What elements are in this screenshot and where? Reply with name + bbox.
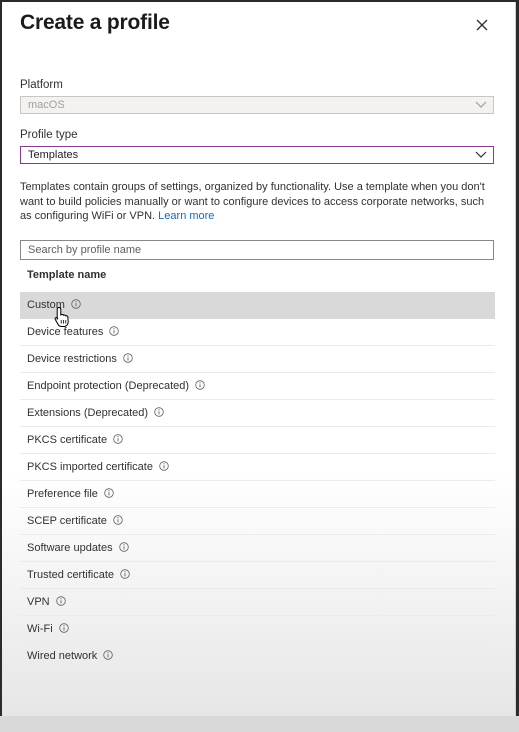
search-input[interactable] bbox=[20, 240, 494, 260]
template-list: Custom Device features Device restrictions… bbox=[20, 292, 495, 670]
profile-type-value: Templates bbox=[28, 149, 79, 161]
info-icon[interactable] bbox=[154, 407, 164, 417]
platform-label: Platform bbox=[20, 79, 63, 91]
info-icon[interactable] bbox=[159, 461, 169, 471]
chevron-down-icon bbox=[475, 151, 487, 158]
chevron-down-icon bbox=[475, 101, 487, 108]
template-name-column-header: Template name bbox=[27, 269, 107, 281]
profile-type-select[interactable]: Templates bbox=[20, 146, 494, 164]
template-name: PKCS imported certificate bbox=[27, 461, 153, 473]
hand-pointer-cursor-icon bbox=[54, 306, 69, 327]
templates-description: Templates contain groups of settings, or… bbox=[20, 180, 496, 224]
learn-more-link[interactable]: Learn more bbox=[158, 210, 214, 222]
template-name: Preference file bbox=[27, 488, 98, 500]
description-text: Templates contain groups of settings, or… bbox=[20, 181, 485, 222]
template-row[interactable]: PKCS certificate bbox=[20, 427, 495, 454]
template-row[interactable]: Software updates bbox=[20, 535, 495, 562]
info-icon[interactable] bbox=[113, 515, 123, 525]
info-icon[interactable] bbox=[113, 434, 123, 444]
platform-value: macOS bbox=[28, 99, 65, 111]
template-name: VPN bbox=[27, 596, 50, 608]
template-row[interactable]: Endpoint protection (Deprecated) bbox=[20, 373, 495, 400]
template-name: Wi-Fi bbox=[27, 623, 53, 635]
info-icon[interactable] bbox=[55, 596, 66, 606]
info-icon[interactable] bbox=[120, 569, 130, 579]
create-profile-panel: Create a profile Platform macOS Profile … bbox=[2, 2, 516, 716]
info-icon[interactable] bbox=[123, 353, 133, 363]
template-name: Trusted certificate bbox=[27, 569, 115, 581]
template-row[interactable]: PKCS imported certificate bbox=[20, 454, 495, 481]
template-row[interactable]: Wi-Fi bbox=[20, 616, 495, 643]
close-icon[interactable] bbox=[471, 14, 493, 36]
template-row[interactable]: Extensions (Deprecated) bbox=[20, 400, 495, 427]
info-icon[interactable] bbox=[118, 542, 129, 552]
template-row[interactable]: VPN bbox=[20, 589, 495, 616]
info-icon[interactable] bbox=[109, 326, 120, 336]
info-icon[interactable] bbox=[58, 623, 69, 633]
bottom-footer-strip bbox=[0, 716, 519, 732]
template-name: SCEP certificate bbox=[27, 515, 107, 527]
template-row[interactable]: Wired network bbox=[20, 643, 495, 670]
platform-select: macOS bbox=[20, 96, 494, 114]
info-icon[interactable] bbox=[103, 650, 113, 660]
template-name: PKCS certificate bbox=[27, 434, 108, 446]
template-name: Wired network bbox=[27, 650, 98, 662]
profile-type-label: Profile type bbox=[20, 129, 78, 141]
info-icon[interactable] bbox=[71, 299, 81, 309]
dialog-title: Create a profile bbox=[20, 11, 170, 34]
template-name: Endpoint protection (Deprecated) bbox=[27, 380, 190, 392]
info-icon[interactable] bbox=[195, 380, 205, 390]
template-row[interactable]: Device features bbox=[20, 319, 495, 346]
template-name: Software updates bbox=[27, 542, 113, 554]
template-row[interactable]: Device restrictions bbox=[20, 346, 495, 373]
template-name: Extensions (Deprecated) bbox=[27, 407, 149, 419]
template-row[interactable]: Preference file bbox=[20, 481, 495, 508]
template-row[interactable]: Trusted certificate bbox=[20, 562, 495, 589]
template-name: Device restrictions bbox=[27, 353, 117, 365]
template-row[interactable]: SCEP certificate bbox=[20, 508, 495, 535]
template-row[interactable]: Custom bbox=[20, 292, 495, 319]
info-icon[interactable] bbox=[104, 488, 114, 498]
